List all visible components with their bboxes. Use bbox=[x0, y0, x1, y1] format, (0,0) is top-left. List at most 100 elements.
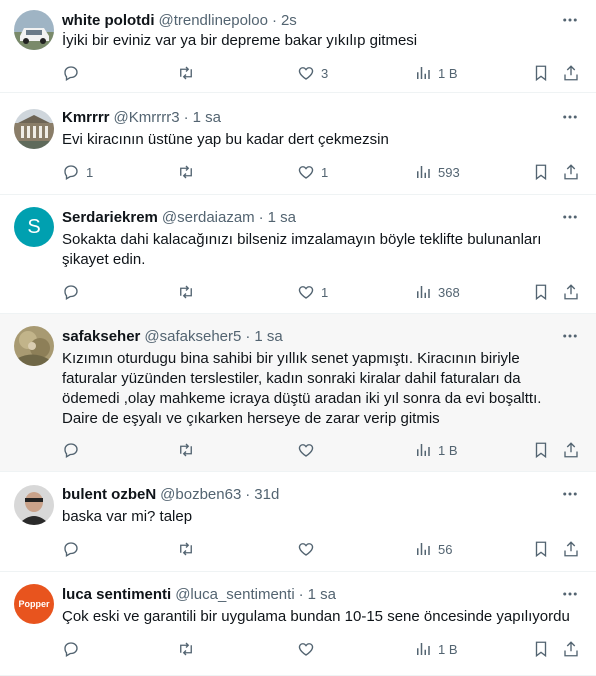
views-chart-icon bbox=[417, 166, 430, 178]
retweet-button[interactable] bbox=[177, 639, 201, 659]
action-bar: 3 1 B bbox=[62, 63, 582, 83]
bookmark-button[interactable] bbox=[532, 162, 550, 182]
share-button[interactable] bbox=[562, 440, 580, 460]
bookmark-button[interactable] bbox=[532, 282, 550, 302]
share-icon bbox=[564, 641, 578, 657]
views-button[interactable]: 1 B bbox=[414, 63, 458, 83]
views-button[interactable]: 1 B bbox=[414, 639, 458, 659]
reply-button[interactable] bbox=[62, 639, 86, 659]
views-chart-icon bbox=[417, 286, 430, 298]
views-chart-icon bbox=[417, 67, 430, 79]
tweet-text-line: Çok eski ve garantili bir uygulama bunda… bbox=[62, 608, 570, 625]
like-button[interactable]: 1 bbox=[297, 162, 328, 182]
author-handle[interactable]: @serdaiazam bbox=[162, 209, 255, 226]
avatar[interactable]: S bbox=[14, 207, 54, 247]
retweet-icon bbox=[180, 165, 192, 179]
more-options-icon[interactable] bbox=[560, 326, 580, 346]
like-button[interactable]: 1 bbox=[297, 282, 328, 302]
share-button[interactable] bbox=[562, 639, 580, 659]
views-count: 1 B bbox=[438, 65, 458, 81]
author-handle[interactable]: @bozben63 bbox=[160, 486, 241, 503]
author-name[interactable]: Serdariekrem bbox=[62, 209, 158, 226]
like-button[interactable] bbox=[297, 639, 321, 659]
share-icon bbox=[564, 164, 578, 180]
tweet[interactable]: white polotdi @trendlinepoloo · 2s İyiki… bbox=[0, 0, 596, 93]
like-button[interactable] bbox=[297, 440, 321, 460]
retweet-button[interactable] bbox=[177, 440, 201, 460]
author-name[interactable]: white polotdi bbox=[62, 12, 154, 29]
tweet-header: luca sentimenti @luca_sentimenti · 1 sa bbox=[62, 584, 336, 604]
reply-button[interactable]: 1 bbox=[62, 162, 93, 182]
tweet-text-line: baska var mi? talep bbox=[62, 508, 193, 525]
share-button[interactable] bbox=[562, 162, 580, 182]
avatar-logo-text: Popper bbox=[18, 599, 50, 609]
reply-button[interactable] bbox=[62, 282, 86, 302]
timestamp[interactable]: 31d bbox=[254, 486, 279, 503]
views-count: 368 bbox=[438, 284, 460, 300]
timestamp[interactable]: 1 sa bbox=[268, 209, 296, 226]
like-count: 3 bbox=[321, 65, 329, 81]
tweet[interactable]: Kmrrrr @Kmrrrr3 · 1 sa Evi kiracının üst… bbox=[0, 93, 596, 195]
action-bar: 1 B bbox=[62, 440, 582, 460]
reply-icon bbox=[64, 542, 78, 557]
more-options-icon[interactable] bbox=[560, 207, 580, 227]
author-name[interactable]: safakseher bbox=[62, 328, 140, 345]
author-handle[interactable]: @luca_sentimenti bbox=[175, 586, 294, 603]
share-button[interactable] bbox=[562, 282, 580, 302]
more-options-icon[interactable] bbox=[560, 10, 580, 30]
tweet-text-line: şikayet edin. bbox=[62, 251, 146, 268]
tweet-text: Evi kiracının üstüne yap bu kadar dert ç… bbox=[62, 130, 582, 150]
retweet-button[interactable] bbox=[177, 282, 201, 302]
more-options-icon[interactable] bbox=[560, 107, 580, 127]
avatar-letter: S bbox=[27, 215, 41, 238]
views-count: 593 bbox=[438, 164, 460, 180]
share-button[interactable] bbox=[562, 63, 580, 83]
author-name[interactable]: luca sentimenti bbox=[62, 586, 171, 603]
tweet[interactable]: Popper luca sentimenti @luca_sentimenti … bbox=[0, 572, 596, 676]
timestamp[interactable]: 1 sa bbox=[308, 586, 336, 603]
bookmark-button[interactable] bbox=[532, 440, 550, 460]
tweet-header: bulent ozbeN @bozben63 · 31d bbox=[62, 484, 279, 504]
tweet[interactable]: safakseher @safakseher5 · 1 sa Kızımın o… bbox=[0, 314, 596, 472]
avatar[interactable]: Popper bbox=[14, 584, 54, 624]
bookmark-button[interactable] bbox=[532, 639, 550, 659]
bookmark-button[interactable] bbox=[532, 63, 550, 83]
tweet-header: safakseher @safakseher5 · 1 sa bbox=[62, 326, 283, 346]
like-button[interactable]: 3 bbox=[297, 63, 328, 83]
avatar[interactable] bbox=[14, 10, 54, 50]
avatar[interactable] bbox=[14, 485, 54, 525]
avatar[interactable] bbox=[14, 109, 54, 149]
bookmark-button[interactable] bbox=[532, 539, 550, 559]
views-button[interactable]: 368 bbox=[414, 282, 460, 302]
tweet[interactable]: bulent ozbeN @bozben63 · 31d baska var m… bbox=[0, 472, 596, 572]
timestamp[interactable]: 1 sa bbox=[193, 109, 221, 126]
reply-button[interactable] bbox=[62, 539, 86, 559]
author-handle[interactable]: @safakseher5 bbox=[144, 328, 241, 345]
separator-dot: · bbox=[183, 108, 189, 126]
timestamp[interactable]: 2s bbox=[281, 12, 297, 29]
separator-dot: · bbox=[245, 327, 251, 345]
timestamp[interactable]: 1 sa bbox=[254, 328, 282, 345]
share-button[interactable] bbox=[562, 539, 580, 559]
views-button[interactable]: 56 bbox=[414, 539, 452, 559]
heart-icon bbox=[298, 643, 314, 656]
reply-button[interactable] bbox=[62, 63, 86, 83]
author-name[interactable]: bulent ozbeN bbox=[62, 486, 156, 503]
author-name[interactable]: Kmrrrr bbox=[62, 109, 110, 126]
more-options-icon[interactable] bbox=[560, 584, 580, 604]
author-handle[interactable]: @Kmrrrr3 bbox=[114, 109, 180, 126]
reply-button[interactable] bbox=[62, 440, 86, 460]
like-button[interactable] bbox=[297, 539, 321, 559]
retweet-button[interactable] bbox=[177, 162, 201, 182]
author-handle[interactable]: @trendlinepoloo bbox=[158, 12, 267, 29]
more-options-icon[interactable] bbox=[560, 484, 580, 504]
tweet-text-line: faturalar yüzünden terslestiler, kadın s… bbox=[62, 370, 521, 387]
views-button[interactable]: 1 B bbox=[414, 440, 458, 460]
retweet-button[interactable] bbox=[177, 539, 201, 559]
avatar[interactable] bbox=[14, 326, 54, 366]
views-button[interactable]: 593 bbox=[414, 162, 460, 182]
reply-count: 1 bbox=[86, 164, 94, 180]
retweet-button[interactable] bbox=[177, 63, 201, 83]
tweet-header: white polotdi @trendlinepoloo · 2s bbox=[62, 10, 297, 30]
tweet[interactable]: S Serdariekrem @serdaiazam · 1 sa Sokakt… bbox=[0, 195, 596, 314]
